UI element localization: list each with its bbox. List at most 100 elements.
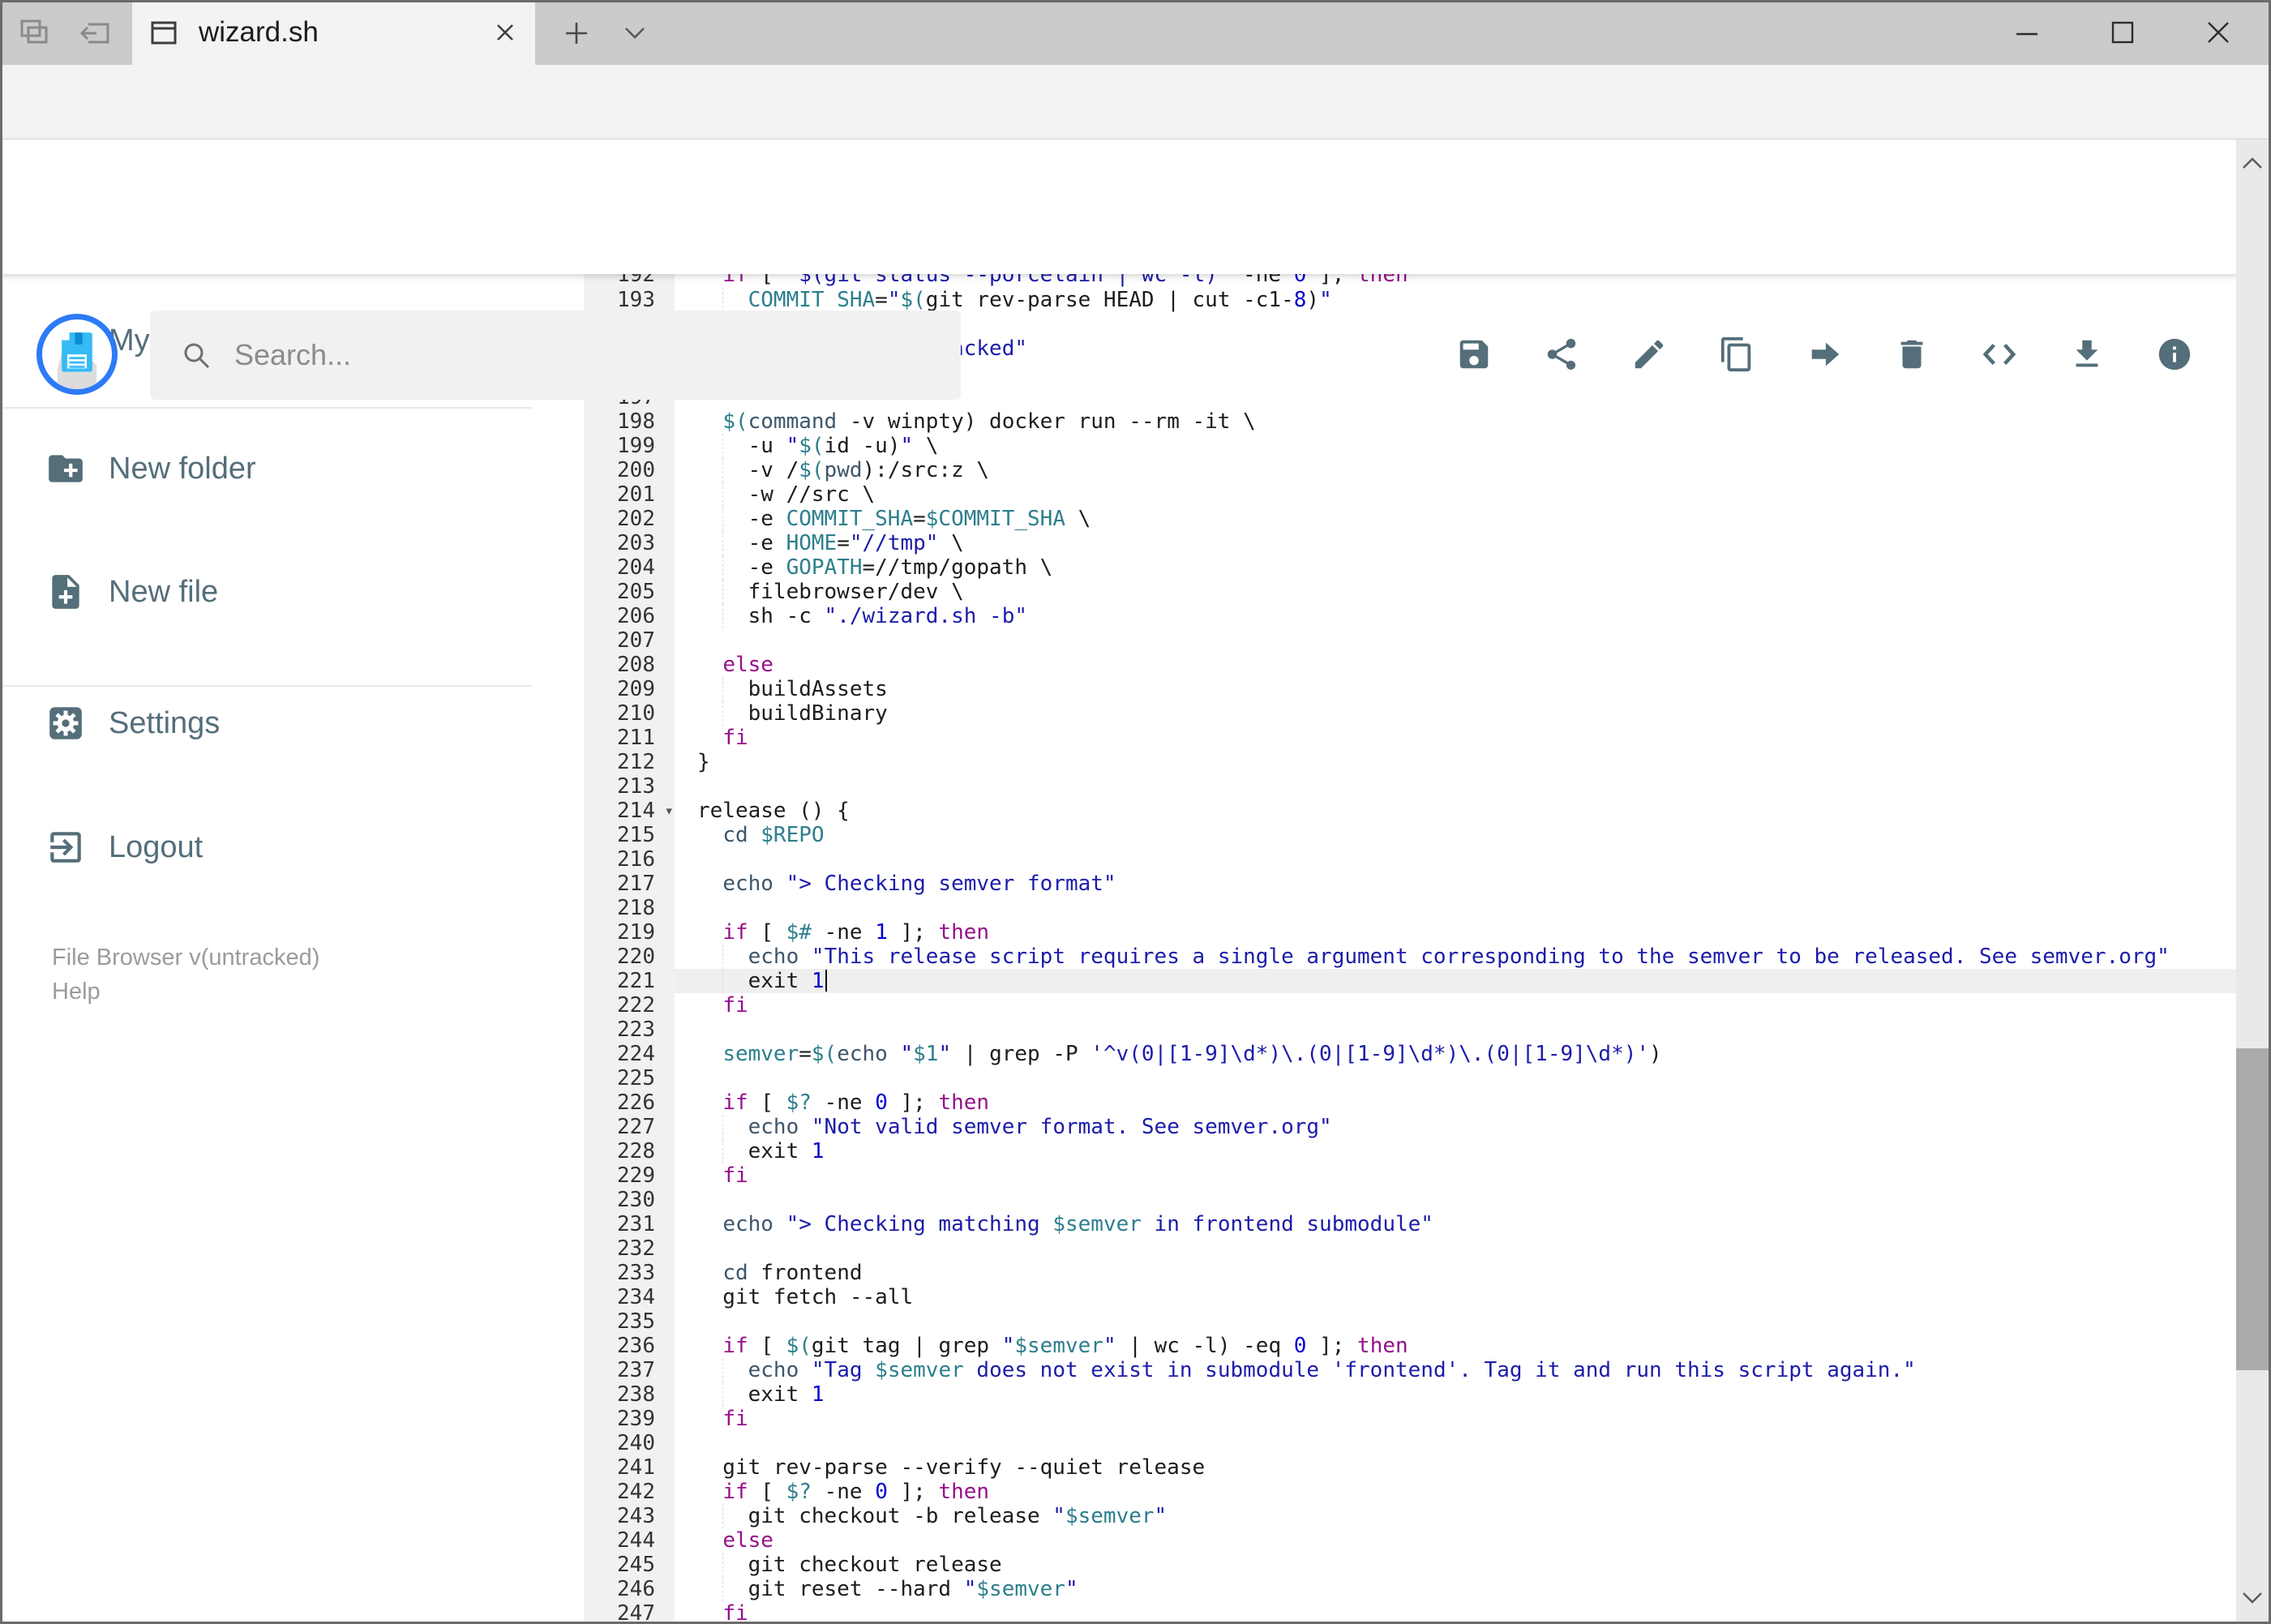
code-text: fi bbox=[722, 726, 748, 750]
copy-icon[interactable] bbox=[1718, 336, 1755, 373]
sidebar-item-logout[interactable]: Logout bbox=[0, 807, 535, 888]
code-text: if [ "$(git status --porcelain | wc -l)"… bbox=[722, 274, 1408, 287]
edit-pencil-icon[interactable] bbox=[1630, 336, 1668, 373]
fold-arrow-icon[interactable]: ▾ bbox=[665, 799, 674, 823]
code-line-244: 244 else bbox=[584, 1528, 2236, 1553]
line-number: 203 bbox=[617, 531, 655, 555]
code-line-206: 206 sh -c "./wizard.sh -b" bbox=[584, 604, 2236, 628]
code-text: filebrowser/dev \ bbox=[675, 580, 2236, 604]
line-number: 247 bbox=[617, 1601, 655, 1624]
code-line-193: 193 COMMIT_SHA="$(git rev-parse HEAD | c… bbox=[584, 288, 2236, 312]
new-tab-icon[interactable] bbox=[561, 18, 592, 49]
line-number: 237 bbox=[617, 1358, 655, 1382]
maximize-icon[interactable] bbox=[2086, 11, 2159, 54]
search-bar[interactable] bbox=[150, 311, 961, 400]
code-text: exit 1 bbox=[675, 1382, 2236, 1407]
line-number: 209 bbox=[617, 677, 655, 701]
tab-title: wizard.sh bbox=[199, 16, 319, 48]
sidebar-item-label: New folder bbox=[109, 451, 256, 486]
line-number: 211 bbox=[617, 726, 655, 750]
code-text: else bbox=[722, 1528, 773, 1553]
line-number: 198 bbox=[617, 409, 655, 434]
sidebar-item-label: New file bbox=[109, 574, 219, 609]
line-number: 243 bbox=[617, 1504, 655, 1528]
code-text: if [ $# -ne 1 ]; then bbox=[722, 920, 990, 945]
code-text: buildAssets bbox=[675, 677, 2236, 701]
line-number: 246 bbox=[617, 1577, 655, 1601]
line-number: 236 bbox=[617, 1334, 655, 1358]
line-number: 210 bbox=[617, 701, 655, 726]
file-actions bbox=[1455, 336, 2193, 373]
code-text: echo "> Checking matching $semver in fro… bbox=[722, 1212, 1433, 1236]
line-number: 216 bbox=[617, 847, 655, 872]
sidebar-item-settings[interactable]: Settings bbox=[0, 683, 535, 764]
line-number: 218 bbox=[617, 896, 655, 920]
help-link[interactable]: Help bbox=[52, 975, 101, 1009]
page-scrollbar[interactable] bbox=[2236, 139, 2269, 1622]
line-number: 223 bbox=[617, 1018, 655, 1042]
sidebar-item-new-folder[interactable]: New folder bbox=[0, 428, 535, 509]
download-icon[interactable] bbox=[2068, 336, 2106, 373]
code-brackets-icon[interactable] bbox=[1981, 336, 2018, 373]
code-line-241: 241 git rev-parse --verify --quiet relea… bbox=[584, 1455, 2236, 1480]
code-editor[interactable]: 192 if [ "$(git status --porcelain | wc … bbox=[584, 274, 2236, 1624]
code-text: if [ $(git tag | grep "$semver" | wc -l)… bbox=[722, 1334, 1408, 1358]
code-text: if [ $? -ne 0 ]; then bbox=[722, 1091, 990, 1115]
tab-list-chevron-icon[interactable] bbox=[619, 23, 650, 44]
code-text: git fetch --all bbox=[697, 1285, 914, 1309]
line-number: 232 bbox=[617, 1236, 655, 1261]
code-text: git checkout -b release "$semver" bbox=[675, 1504, 2236, 1528]
app-version: File Browser v(untracked) bbox=[52, 945, 320, 971]
close-window-icon[interactable] bbox=[2182, 11, 2255, 54]
code-text: -w //src \ bbox=[675, 482, 2236, 507]
code-text: } bbox=[697, 750, 710, 774]
new-file-icon bbox=[45, 572, 86, 612]
code-line-217: 217 echo "> Checking semver format" bbox=[584, 872, 2236, 896]
code-line-205: 205 filebrowser/dev \ bbox=[584, 580, 2236, 604]
filebrowser-floppy-logo[interactable] bbox=[36, 314, 118, 395]
line-number: 231 bbox=[617, 1212, 655, 1236]
sidebar-item-label: Logout bbox=[109, 829, 204, 864]
line-number: 235 bbox=[617, 1309, 655, 1334]
save-icon[interactable] bbox=[1455, 336, 1493, 373]
move-arrow-icon[interactable] bbox=[1806, 336, 1843, 373]
share-icon[interactable] bbox=[1543, 336, 1580, 373]
app-header bbox=[0, 139, 2271, 400]
set-tabs-aside-icon[interactable] bbox=[77, 15, 114, 52]
minimize-icon[interactable] bbox=[1990, 11, 2063, 54]
code-text: echo "Tag $semver does not exist in subm… bbox=[675, 1358, 2236, 1382]
code-line-207: 207 bbox=[584, 628, 2236, 653]
code-line-221: 221 exit 1 bbox=[584, 969, 2236, 993]
code-line-234: 234 git fetch --all bbox=[584, 1285, 2236, 1309]
browser-toolbar: filebrowser.web/files/wizard.sh bbox=[0, 65, 2271, 195]
scroll-up-icon[interactable] bbox=[2236, 144, 2269, 182]
code-text: semver=$(echo "$1" | grep -P '^v(0|[1-9]… bbox=[722, 1042, 1662, 1066]
scrollbar-thumb[interactable] bbox=[2236, 1048, 2269, 1370]
line-number: 212 bbox=[617, 750, 655, 774]
scroll-down-icon[interactable] bbox=[2236, 1579, 2269, 1617]
code-text: exit 1 bbox=[675, 1139, 2236, 1163]
code-line-245: 245 git checkout release bbox=[584, 1553, 2236, 1577]
sidebar-item-new-file[interactable]: New file bbox=[0, 551, 535, 632]
line-number: 233 bbox=[617, 1261, 655, 1285]
browser-window: wizard.sh Search... My New folder New fi… bbox=[0, 0, 2271, 1624]
line-number: 215 bbox=[617, 823, 655, 847]
code-line-220: 220 echo "This release script requires a… bbox=[584, 945, 2236, 969]
code-text: -v /$(pwd):/src:z \ bbox=[675, 458, 2236, 482]
code-text: cd frontend bbox=[722, 1261, 863, 1285]
code-text: buildBinary bbox=[675, 701, 2236, 726]
code-line-211: 211 fi bbox=[584, 726, 2236, 750]
tab-close-icon[interactable] bbox=[491, 19, 519, 46]
search-input[interactable] bbox=[233, 337, 901, 373]
tab-preview-icon[interactable] bbox=[15, 15, 53, 52]
code-text: else bbox=[722, 653, 773, 677]
delete-trash-icon[interactable] bbox=[1893, 336, 1930, 373]
info-icon[interactable] bbox=[2156, 336, 2193, 373]
tab-wizard-sh[interactable]: wizard.sh bbox=[132, 0, 535, 65]
sidebar-item-label: Settings bbox=[109, 705, 221, 740]
